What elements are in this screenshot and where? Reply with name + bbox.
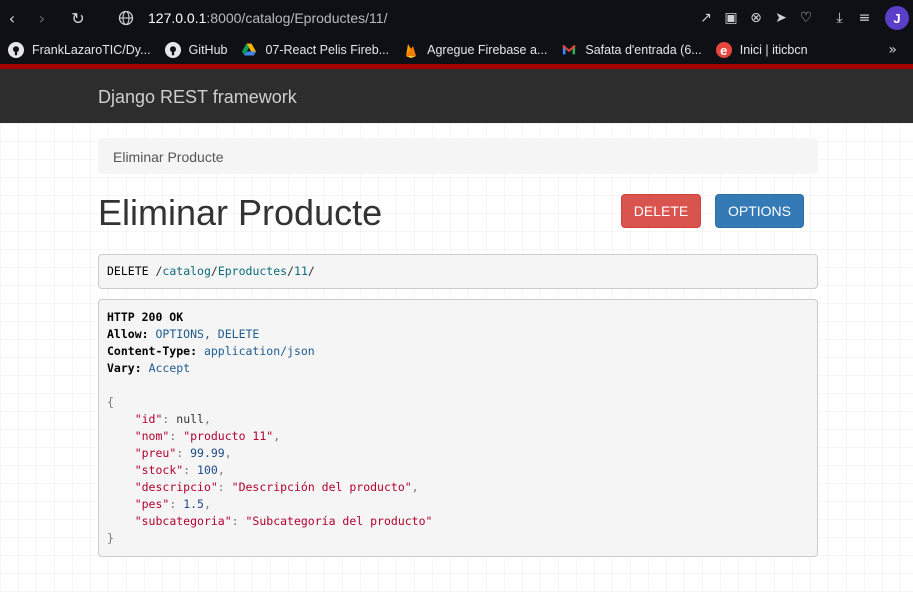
navbar-brand[interactable]: Django REST framework bbox=[98, 87, 297, 108]
share-icon[interactable]: ↗ bbox=[695, 7, 717, 29]
edge-e-icon: e bbox=[715, 42, 732, 58]
address-bar[interactable]: 127.0.0.1:8000/catalog/Eproductes/11/ bbox=[118, 8, 387, 28]
google-drive-icon bbox=[241, 42, 257, 58]
header-value: Accept bbox=[148, 361, 191, 375]
bookmark-item[interactable]: FrankLazaroTIC/Dy... bbox=[8, 42, 151, 58]
bookmark-item[interactable]: e Inici | iticbcn bbox=[715, 42, 808, 58]
back-icon[interactable]: ‹ bbox=[2, 8, 22, 28]
delete-button[interactable]: DELETE bbox=[621, 194, 701, 228]
json-key: "stock" bbox=[134, 463, 184, 477]
json-value: null bbox=[176, 412, 204, 426]
bookmarks-overflow-icon[interactable]: » bbox=[888, 36, 897, 64]
json-key: "nom" bbox=[134, 429, 170, 443]
json-key: "pes" bbox=[134, 497, 170, 511]
bookmark-label: Agregue Firebase a... bbox=[427, 43, 548, 57]
download-icon[interactable]: ⤓ bbox=[829, 7, 851, 29]
site-info-icon[interactable] bbox=[118, 10, 134, 26]
response-status: HTTP 200 OK bbox=[107, 310, 184, 324]
json-value: 1.5 bbox=[183, 497, 204, 511]
bookmark-label: Safata d'entrada (6... bbox=[585, 43, 702, 57]
json-value: "Descripción del producto" bbox=[231, 480, 412, 494]
drf-navbar: Django REST framework bbox=[0, 64, 913, 123]
bookmark-item[interactable]: Safata d'entrada (6... bbox=[561, 42, 702, 58]
request-path-segment[interactable]: 11 bbox=[294, 264, 308, 278]
header-key: Vary bbox=[107, 361, 135, 375]
header-key: Content-Type bbox=[107, 344, 191, 358]
bookmark-label: 07-React Pelis Fireb... bbox=[265, 43, 390, 57]
bookmark-label: GitHub bbox=[188, 43, 228, 57]
url-path: :8000/catalog/Eproductes/11/ bbox=[206, 10, 388, 26]
json-value: "Subcategoría del producto" bbox=[245, 514, 433, 528]
github-icon bbox=[8, 42, 24, 58]
shield-icon[interactable]: ⊗ bbox=[745, 7, 767, 29]
bookmark-label: FrankLazaroTIC/Dy... bbox=[32, 43, 151, 57]
avatar[interactable]: J bbox=[885, 6, 909, 30]
gmail-icon bbox=[561, 42, 577, 58]
bookmark-item[interactable]: Agregue Firebase a... bbox=[403, 42, 547, 58]
send-icon[interactable]: ➤ bbox=[770, 7, 792, 29]
header-value: OPTIONS, DELETE bbox=[155, 327, 260, 341]
bookmarks-bar: FrankLazaroTIC/Dy... GitHub 07-React Pel… bbox=[0, 36, 913, 64]
bookmark-item[interactable]: 07-React Pelis Fireb... bbox=[241, 42, 389, 58]
request-info: DELETE /catalog/Eproductes/11/ bbox=[98, 254, 818, 289]
breadcrumb: Eliminar Producte bbox=[98, 138, 818, 174]
request-path-segment[interactable]: Eproductes bbox=[218, 264, 287, 278]
header-value: application/json bbox=[203, 344, 315, 358]
json-key: "id" bbox=[134, 412, 163, 426]
page-title: Eliminar Producte bbox=[98, 192, 383, 233]
json-key: "subcategoria" bbox=[134, 514, 232, 528]
forward-icon[interactable]: › bbox=[32, 8, 52, 28]
breadcrumb-active: Eliminar Producte bbox=[113, 149, 224, 165]
screenshot-icon[interactable]: ▣ bbox=[720, 7, 742, 29]
reload-icon[interactable]: ↻ bbox=[68, 8, 88, 28]
url-host: 127.0.0.1 bbox=[148, 10, 207, 26]
bookmark-item[interactable]: GitHub bbox=[164, 42, 228, 58]
firebase-icon bbox=[403, 42, 419, 58]
request-method: DELETE bbox=[107, 264, 149, 278]
json-value: "producto 11" bbox=[183, 429, 274, 443]
json-value: 100 bbox=[197, 463, 218, 477]
heart-icon[interactable]: ♡ bbox=[795, 7, 817, 29]
json-key: "descripcio" bbox=[134, 480, 218, 494]
options-button[interactable]: OPTIONS bbox=[715, 194, 804, 228]
menu-icon[interactable]: ≡ bbox=[854, 7, 876, 29]
github-icon bbox=[164, 42, 181, 58]
json-value: 99.99 bbox=[190, 446, 225, 460]
header-key: Allow bbox=[107, 327, 142, 341]
bookmark-label: Inici | iticbcn bbox=[739, 43, 808, 57]
request-path-segment[interactable]: catalog bbox=[162, 264, 210, 278]
browser-toolbar: ‹ › ↻ 127.0.0.1:8000/catalog/Eproductes/… bbox=[0, 0, 913, 36]
response-info: HTTP 200 OK Allow: OPTIONS, DELETE Conte… bbox=[98, 299, 818, 557]
json-key: "preu" bbox=[134, 446, 177, 460]
